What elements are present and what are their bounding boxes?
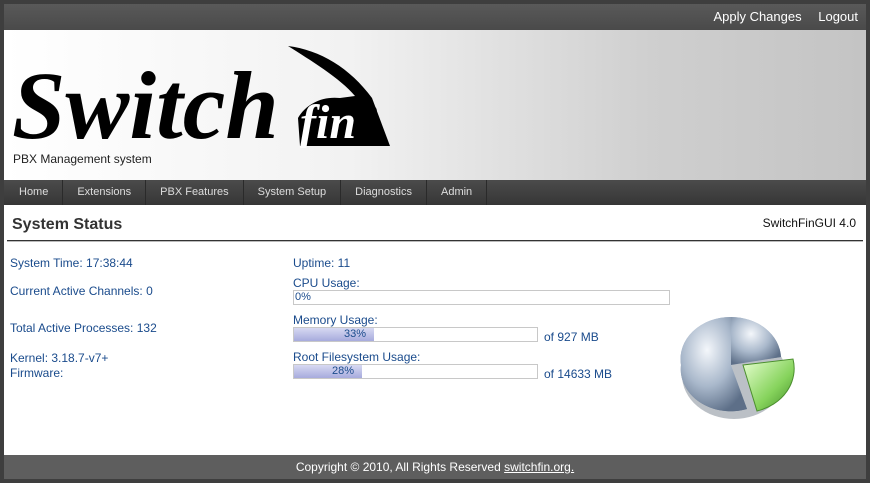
system-time: System Time: 17:38:44 xyxy=(10,256,133,270)
header-banner: Switch fin ® PBX Management system xyxy=(4,30,866,180)
rootfs-usage-text: 28% xyxy=(332,365,355,377)
switchfin-link[interactable]: switchfin.org. xyxy=(504,460,574,474)
logo-subtitle: PBX Management system xyxy=(13,152,152,166)
memory-usage-bar: 33% xyxy=(293,327,538,342)
active-processes: Total Active Processes: 132 xyxy=(10,321,157,335)
nav-pbx-features[interactable]: PBX Features xyxy=(146,180,244,205)
title-divider xyxy=(7,240,863,242)
copyright-text: Copyright © 2010, All Rights Reserved xyxy=(295,460,501,474)
cpu-usage-bar: 0% xyxy=(293,290,670,305)
memory-usage-text: 33% xyxy=(344,328,367,340)
kernel-version: Kernel: 3.18.7-v7+ xyxy=(10,351,109,365)
rootfs-usage-bar: 28% xyxy=(293,364,538,379)
logout-link[interactable]: Logout xyxy=(818,9,858,24)
nav-extensions[interactable]: Extensions xyxy=(63,180,147,205)
switchfin-logo: Switch fin ® xyxy=(12,46,390,153)
main-nav: Home Extensions PBX Features System Setu… xyxy=(4,180,866,205)
main-content: System Status SwitchFinGUI 4.0 System Ti… xyxy=(4,205,866,455)
logo-wordmark: Switch xyxy=(12,52,279,153)
nav-home[interactable]: Home xyxy=(4,180,64,205)
page-title: System Status xyxy=(12,216,123,233)
nav-diagnostics[interactable]: Diagnostics xyxy=(341,180,427,205)
cpu-usage-label: CPU Usage: xyxy=(293,276,360,290)
version-label: SwitchFinGUI 4.0 xyxy=(762,216,856,230)
memory-total: of 927 MB xyxy=(544,330,599,344)
uptime: Uptime: 11 xyxy=(293,256,351,270)
cpu-usage-text: 0% xyxy=(295,291,311,303)
footer: Copyright © 2010, All Rights Reserved sw… xyxy=(4,455,866,479)
top-links: Apply Changes Logout xyxy=(700,9,858,24)
nav-admin[interactable]: Admin xyxy=(427,180,488,205)
active-channels: Current Active Channels: 0 xyxy=(10,284,153,298)
rootfs-total: of 14633 MB xyxy=(544,367,613,381)
top-bar: Apply Changes Logout xyxy=(4,4,866,30)
logo-fin-text: fin xyxy=(300,96,356,149)
nav-system-setup[interactable]: System Setup xyxy=(244,180,342,205)
firmware-version: Firmware: xyxy=(10,366,64,380)
apply-changes-link[interactable]: Apply Changes xyxy=(713,9,801,24)
pie-chart-icon xyxy=(680,316,795,419)
registered-mark: ® xyxy=(366,103,377,120)
memory-usage-label: Memory Usage: xyxy=(293,313,378,327)
rootfs-usage-label: Root Filesystem Usage: xyxy=(293,350,421,364)
